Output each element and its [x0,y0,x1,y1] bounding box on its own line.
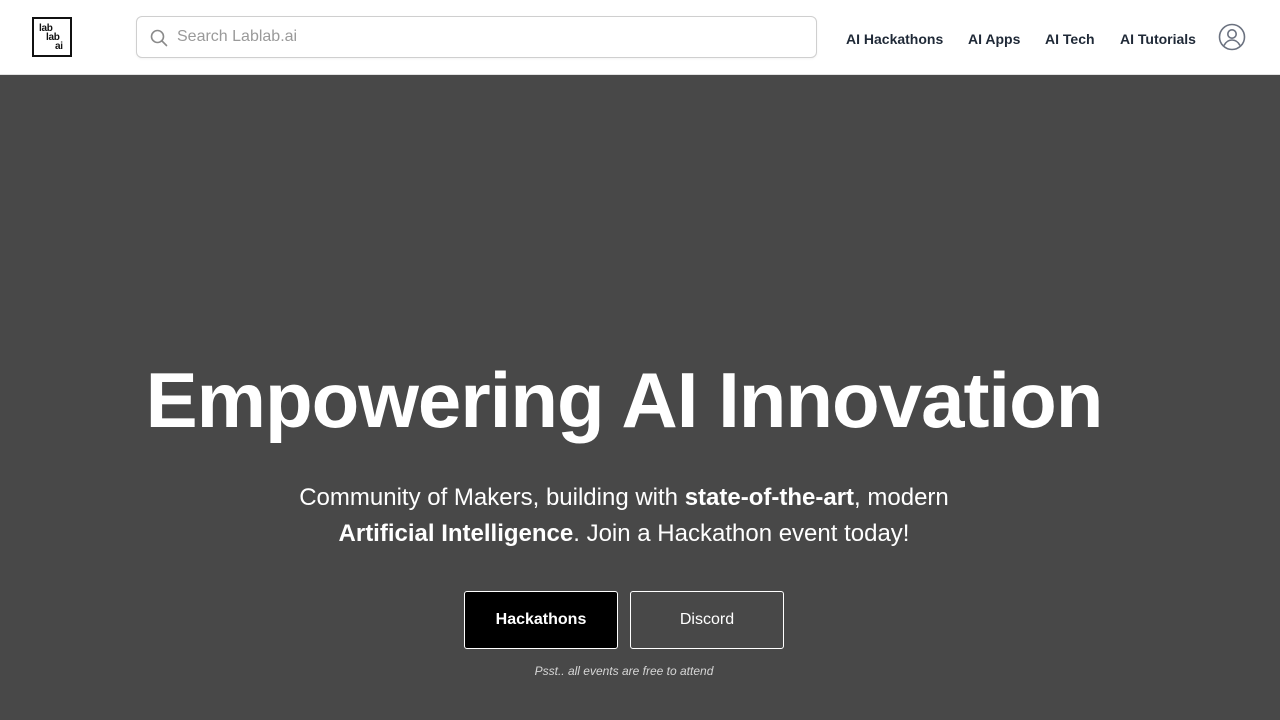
discord-button[interactable]: Discord [630,591,784,649]
nav-ai-apps[interactable]: AI Apps [968,29,1020,49]
nav-ai-tech[interactable]: AI Tech [1045,29,1095,49]
search-input[interactable] [177,17,797,57]
subtitle-bold-1: state-of-the-art [684,484,855,511]
search-bar[interactable] [136,16,817,58]
logo-text-line3: ai [55,41,63,52]
hackathons-button[interactable]: Hackathons [464,591,618,649]
lablab-logo[interactable]: lab lab ai [32,17,72,57]
nav-ai-tutorials[interactable]: AI Tutorials [1120,29,1196,49]
search-icon [150,29,168,47]
user-circle-icon[interactable] [1218,23,1246,51]
subtitle-text-3: . Join a Hackathon event today! [573,520,910,547]
free-events-note: Psst.. all events are free to attend [534,664,714,678]
subtitle-text-1: Community of Makers, building with [299,484,685,511]
site-header: lab lab ai AI Hackathons AI Apps AI Tech… [0,0,1280,75]
hero-subtitle: Community of Makers, building with state… [240,480,1008,552]
hero-title: Empowering AI Innovation [145,356,1104,444]
subtitle-bold-2: Artificial Intelligence [338,520,574,547]
nav-ai-hackathons[interactable]: AI Hackathons [846,29,943,49]
subtitle-text-2: , modern [854,484,949,511]
